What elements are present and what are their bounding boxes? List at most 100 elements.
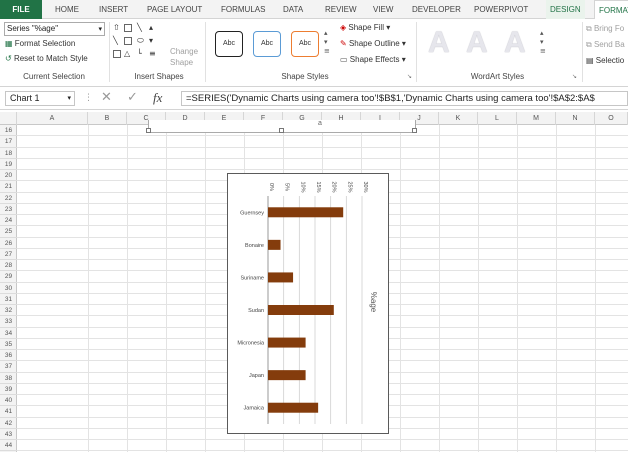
row-header-21[interactable]: 21: [0, 181, 17, 193]
send-backward-button[interactable]: ⧉ Send Ba: [586, 40, 625, 50]
row-header-41[interactable]: 41: [0, 406, 17, 418]
shape-outline-button[interactable]: ✎ Shape Outline ▾: [340, 39, 406, 48]
select-all-corner[interactable]: [0, 112, 17, 125]
row-header-37[interactable]: 37: [0, 361, 17, 373]
shape-style-swatch-3[interactable]: Abc: [291, 31, 319, 57]
row-header-27[interactable]: 27: [0, 249, 17, 260]
row-header-19[interactable]: 19: [0, 159, 17, 170]
row-header-17[interactable]: 17: [0, 136, 17, 148]
shape-style-swatch-2[interactable]: Abc: [253, 31, 281, 57]
resize-handle[interactable]: [146, 128, 151, 133]
row-header-38[interactable]: 38: [0, 373, 17, 384]
column-header-a[interactable]: A: [17, 112, 88, 125]
oval-shape-icon[interactable]: ⬭: [137, 36, 144, 45]
row-header-16[interactable]: 16: [0, 125, 17, 137]
formula-input[interactable]: =SERIES('Dynamic Charts using camera too…: [181, 91, 628, 106]
row-header-39[interactable]: 39: [0, 384, 17, 395]
row-header-33[interactable]: 33: [0, 316, 17, 328]
tab-format[interactable]: FORMAT: [594, 0, 628, 19]
elbow-shape-icon[interactable]: └: [137, 49, 142, 58]
wordart-style-2[interactable]: A: [466, 26, 488, 60]
dialog-launcher-icon[interactable]: ↘: [572, 73, 577, 80]
tab-powerpivot[interactable]: POWERPIVOT: [474, 0, 528, 19]
arrow-shape-icon[interactable]: ⇧: [113, 23, 120, 32]
column-header-m[interactable]: M: [517, 112, 556, 125]
gridline: [88, 125, 89, 452]
connector-shape-icon[interactable]: ╲: [113, 36, 118, 45]
tab-data[interactable]: DATA: [283, 0, 303, 19]
resize-handle[interactable]: [412, 128, 417, 133]
row-header-22[interactable]: 22: [0, 193, 17, 204]
styles-scroll-icon[interactable]: ▴ ▾ ≡: [324, 29, 330, 56]
triangle-shape-icon[interactable]: △: [124, 49, 130, 58]
column-header-l[interactable]: L: [478, 112, 517, 125]
row-header-26[interactable]: 26: [0, 238, 17, 249]
column-header-n[interactable]: N: [556, 112, 595, 125]
dialog-launcher-icon[interactable]: ↘: [407, 73, 412, 80]
column-header-o[interactable]: O: [595, 112, 628, 125]
shape-fill-button[interactable]: ◈ Shape Fill ▾: [340, 23, 390, 32]
rounded-rect-shape-icon[interactable]: [113, 50, 121, 58]
bring-forward-button[interactable]: ⧉ Bring Fo: [586, 24, 624, 34]
tab-design[interactable]: DESIGN: [546, 0, 585, 19]
tab-developer[interactable]: DEVELOPER: [412, 0, 461, 19]
selection-pane-button[interactable]: ▤ Selectio: [586, 56, 624, 65]
row-header-42[interactable]: 42: [0, 418, 17, 429]
row-header-24[interactable]: 24: [0, 215, 17, 227]
bar: [268, 239, 281, 250]
column-header-k[interactable]: K: [439, 112, 478, 125]
wordart-style-1[interactable]: A: [428, 26, 450, 60]
formula-bar: Chart 1 ▾ ⋮ ✕ ✓ fx =SERIES('Dynamic Char…: [0, 88, 628, 110]
insert-function-icon[interactable]: fx: [153, 90, 162, 106]
tab-formulas[interactable]: FORMULAS: [221, 0, 265, 19]
row-header-18[interactable]: 18: [0, 148, 17, 159]
shape-effects-button[interactable]: ▭ Shape Effects ▾: [340, 55, 406, 64]
scroll-up-icon[interactable]: ▴: [149, 23, 153, 32]
row-header-35[interactable]: 35: [0, 339, 17, 350]
row-header-20[interactable]: 20: [0, 170, 17, 182]
shape-effects-label: Shape Effects: [349, 55, 400, 64]
scroll-down-icon[interactable]: ▾: [149, 36, 153, 45]
enter-check-icon[interactable]: ✓: [127, 90, 138, 105]
group-divider: [416, 22, 417, 82]
cancel-icon[interactable]: ✕: [101, 90, 112, 105]
shapes-gallery[interactable]: ⇧ ╲ ▴ ╲ ⬭ ▾ △ └ ≡: [113, 23, 165, 67]
row-header-36[interactable]: 36: [0, 350, 17, 362]
change-shape-button[interactable]: Change: [170, 47, 198, 56]
name-box[interactable]: Chart 1 ▾: [5, 91, 75, 106]
chevron-down-icon: ▾: [67, 94, 71, 102]
rectangle-shape-icon[interactable]: [124, 37, 132, 45]
row-header-29[interactable]: 29: [0, 271, 17, 283]
tab-home[interactable]: HOME: [55, 0, 79, 19]
resize-handle[interactable]: [279, 128, 284, 133]
tab-file[interactable]: FILE: [0, 0, 42, 19]
reset-match-style-button[interactable]: ↺ Reset to Match Style: [5, 54, 88, 63]
row-header-31[interactable]: 31: [0, 294, 17, 305]
row-header-43[interactable]: 43: [0, 429, 17, 440]
row-header-44[interactable]: 44: [0, 440, 17, 452]
wordart-style-3[interactable]: A: [504, 26, 526, 60]
chart-elements-dropdown[interactable]: Series "%age" ▾: [4, 22, 105, 36]
tab-insert[interactable]: INSERT: [99, 0, 128, 19]
wordart-scroll-icon[interactable]: ▴ ▾ ≡: [540, 29, 546, 56]
row-header-30[interactable]: 30: [0, 283, 17, 294]
row-header-25[interactable]: 25: [0, 226, 17, 238]
gridline: [439, 125, 440, 452]
bar-chart[interactable]: 0% 5% 10% 15% 20% 25% 30% Guernsey Bonaire Surina…: [227, 173, 389, 434]
row-header-32[interactable]: 32: [0, 305, 17, 317]
row-header-28[interactable]: 28: [0, 260, 17, 272]
shape-style-swatch-1[interactable]: Abc: [215, 31, 243, 57]
textbox-shape-icon[interactable]: [124, 24, 132, 32]
column-header-b[interactable]: B: [88, 112, 127, 125]
tab-page-layout[interactable]: PAGE LAYOUT: [147, 0, 202, 19]
wordart-group-label: WordArt Styles: [470, 72, 525, 81]
row-header-23[interactable]: 23: [0, 204, 17, 215]
format-selection-button[interactable]: ▦ Format Selection: [5, 39, 75, 48]
row-header-40[interactable]: 40: [0, 395, 17, 407]
tab-review[interactable]: REVIEW: [325, 0, 357, 19]
more-shapes-icon[interactable]: ≡: [149, 49, 156, 58]
row-header-34[interactable]: 34: [0, 328, 17, 339]
line-shape-icon[interactable]: ╲: [137, 23, 142, 32]
tab-view[interactable]: VIEW: [373, 0, 393, 19]
camera-picture[interactable]: a: [146, 120, 417, 133]
